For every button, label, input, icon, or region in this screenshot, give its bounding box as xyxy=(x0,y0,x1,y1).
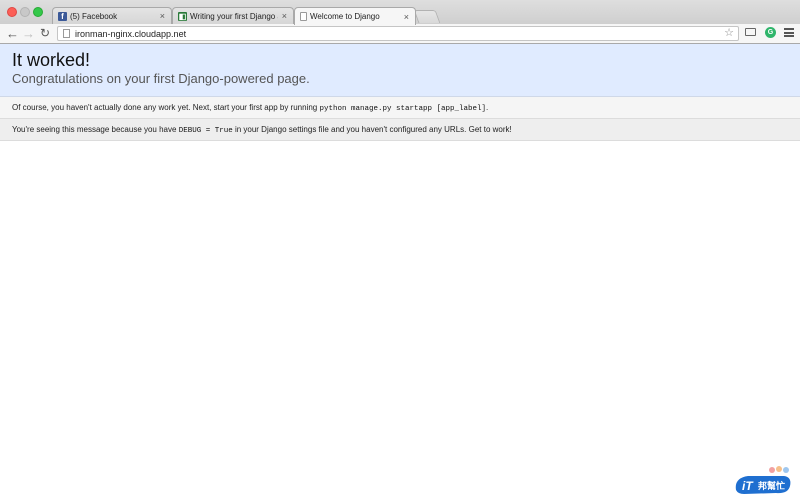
watermark-logo-graphic: iT 邦幫忙 xyxy=(735,466,791,494)
summary-banner: It worked! Congratulations on your first… xyxy=(0,44,800,97)
explanation-end: in your Django settings file and you hav… xyxy=(234,125,512,134)
page-content: It worked! Congratulations on your first… xyxy=(0,44,800,500)
browser-toolbar: ← → ↻ ironman-nginx.cloudapp.net ☆ G xyxy=(0,24,800,44)
address-bar[interactable]: ironman-nginx.cloudapp.net ☆ xyxy=(57,26,739,41)
debug-setting-code: DEBUG = True xyxy=(178,127,233,135)
tab-label: (5) Facebook xyxy=(70,11,118,21)
tab-label: Writing your first Django ap xyxy=(190,11,278,21)
tab-label: Welcome to Django xyxy=(310,12,380,21)
svg-text:iT: iT xyxy=(742,479,754,493)
new-tab-button[interactable] xyxy=(413,10,441,23)
back-arrow-icon[interactable]: ← xyxy=(6,26,19,41)
page-subtitle: Congratulations on your first Django-pow… xyxy=(12,71,310,86)
extension-icon[interactable]: G xyxy=(765,27,776,38)
star-icon[interactable]: ☆ xyxy=(724,27,734,40)
close-icon[interactable]: × xyxy=(282,11,287,21)
facebook-icon: f xyxy=(58,11,67,21)
explanation-row: You're seeing this message because you h… xyxy=(0,119,800,141)
svg-text:邦幫忙: 邦幫忙 xyxy=(758,480,785,492)
instructions-end: . xyxy=(486,103,489,112)
cast-icon[interactable] xyxy=(745,28,756,36)
page-icon xyxy=(63,29,70,38)
page-title: It worked! xyxy=(12,50,91,70)
address-bar-url[interactable]: ironman-nginx.cloudapp.net xyxy=(75,28,186,40)
close-icon[interactable]: × xyxy=(404,12,409,22)
tab-facebook[interactable]: f (5) Facebook × xyxy=(52,7,172,24)
tab-welcome-django[interactable]: Welcome to Django × xyxy=(294,7,416,25)
forward-arrow-icon[interactable]: → xyxy=(22,26,35,41)
ithome-ironman-logo: iT 邦幫忙 xyxy=(730,464,794,496)
explanation-text: You're seeing this message because you h… xyxy=(12,125,177,134)
instructions-text: Of course, you haven't actually done any… xyxy=(12,103,318,112)
tab-strip: f (5) Facebook × ◧ Writing your first Dj… xyxy=(0,0,800,25)
instructions-row: Of course, you haven't actually done any… xyxy=(0,97,800,119)
close-icon[interactable]: × xyxy=(160,11,165,21)
tab-writing-django[interactable]: ◧ Writing your first Django ap × xyxy=(172,7,294,24)
startapp-command: python manage.py startapp [app_label] xyxy=(319,105,486,113)
ithome-icon: ◧ xyxy=(178,11,187,21)
window-close-button[interactable] xyxy=(7,7,17,17)
reload-icon[interactable]: ↻ xyxy=(40,26,50,41)
window-minimize-button[interactable] xyxy=(20,7,30,17)
menu-icon[interactable] xyxy=(784,28,794,37)
window-zoom-button[interactable] xyxy=(33,7,43,17)
page-icon xyxy=(300,12,307,21)
